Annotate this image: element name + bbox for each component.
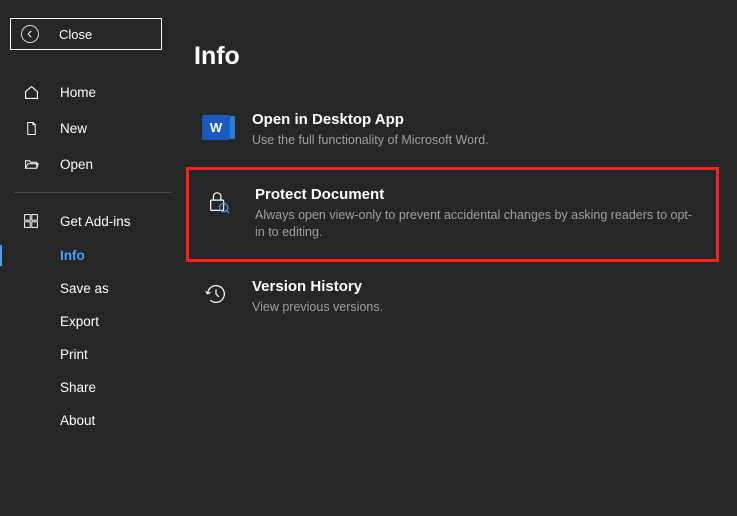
sidebar-item-share[interactable]: Share <box>0 371 186 404</box>
page-title: Info <box>194 42 719 71</box>
home-icon <box>22 83 40 101</box>
sidebar-item-info[interactable]: Info <box>0 239 186 272</box>
sidebar-item-label: Share <box>60 380 96 395</box>
close-button[interactable]: Close <box>10 18 162 50</box>
back-arrow-icon <box>21 25 39 43</box>
sidebar-item-about[interactable]: About <box>0 404 186 437</box>
option-title: Open in Desktop App <box>252 111 489 128</box>
sidebar-item-print[interactable]: Print <box>0 338 186 371</box>
sidebar-item-label: Print <box>60 347 88 362</box>
sidebar-item-new[interactable]: New <box>0 110 186 146</box>
addins-icon <box>22 212 40 230</box>
sidebar-item-label: Save as <box>60 281 109 296</box>
option-protect-document[interactable]: Protect Document Always open view-only t… <box>186 167 719 262</box>
sidebar-item-home[interactable]: Home <box>0 74 186 110</box>
new-icon <box>22 119 40 137</box>
option-desc: Always open view-only to prevent acciden… <box>255 207 700 241</box>
word-icon: W <box>202 113 230 141</box>
sidebar-item-open[interactable]: Open <box>0 146 186 182</box>
sidebar-item-saveas[interactable]: Save as <box>0 272 186 305</box>
sidebar-item-label: Export <box>60 314 99 329</box>
protect-icon <box>205 188 233 216</box>
close-label: Close <box>59 27 92 42</box>
sidebar: Close Home New <box>0 0 186 516</box>
main-content: Info W Open in Desktop App Use the full … <box>186 0 737 516</box>
sidebar-item-label: Open <box>60 157 93 172</box>
option-title: Version History <box>252 278 383 295</box>
sidebar-item-label: New <box>60 121 87 136</box>
divider <box>14 192 172 193</box>
sidebar-item-label: About <box>60 413 95 428</box>
sidebar-item-label: Home <box>60 85 96 100</box>
sidebar-item-addins[interactable]: Get Add-ins <box>0 203 186 239</box>
sidebar-item-label: Get Add-ins <box>60 214 131 229</box>
option-desc: Use the full functionality of Microsoft … <box>252 132 489 149</box>
open-icon <box>22 155 40 173</box>
sidebar-item-export[interactable]: Export <box>0 305 186 338</box>
option-desc: View previous versions. <box>252 299 383 316</box>
sidebar-item-label: Info <box>60 248 85 263</box>
history-icon <box>202 280 230 308</box>
option-version-history[interactable]: Version History View previous versions. <box>186 266 719 330</box>
option-open-desktop[interactable]: W Open in Desktop App Use the full funct… <box>186 99 719 163</box>
option-title: Protect Document <box>255 186 700 203</box>
